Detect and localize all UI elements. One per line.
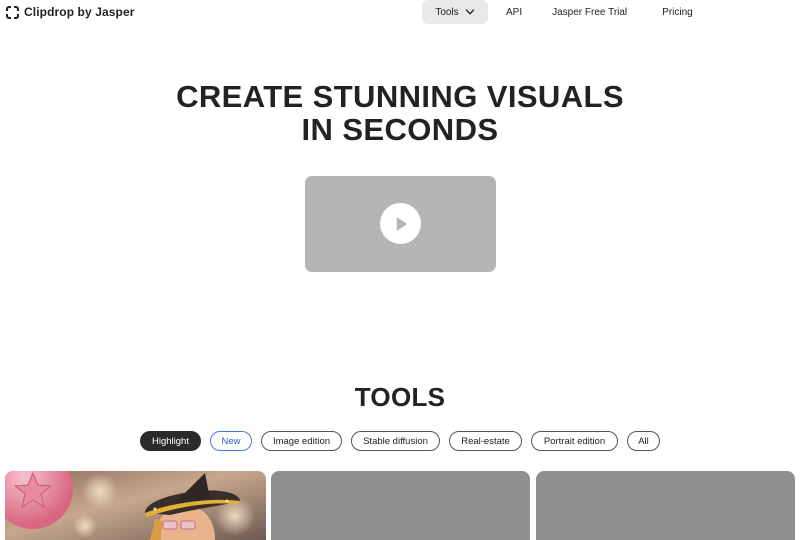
nav-free-trial-link[interactable]: Jasper Free Trial	[552, 0, 627, 24]
play-button[interactable]	[380, 203, 421, 244]
brand-logo[interactable]: Clipdrop by Jasper	[6, 4, 135, 20]
nav-tools-dropdown[interactable]: Tools	[422, 0, 488, 24]
tool-cards-grid	[5, 471, 795, 540]
tools-section-title: TOOLS	[354, 382, 446, 412]
filter-chip-stable-diffusion[interactable]: Stable diffusion	[351, 431, 440, 451]
nav-pricing-link[interactable]: Pricing	[662, 0, 693, 24]
brand-name: Clipdrop by Jasper	[24, 5, 135, 19]
tool-card[interactable]	[5, 471, 266, 540]
filter-chip-real-estate[interactable]: Real-estate	[449, 431, 522, 451]
filter-chip-highlight[interactable]: Highlight	[140, 431, 201, 451]
nav-tools-label: Tools	[435, 6, 459, 18]
play-icon	[396, 217, 407, 230]
filter-chip-new[interactable]: New	[210, 431, 252, 451]
nav-api-link[interactable]: API	[506, 0, 522, 24]
top-navbar: Clipdrop by Jasper Tools API Jasper Free…	[0, 0, 800, 24]
filter-chip-image-edition[interactable]: Image edition	[261, 431, 342, 451]
filter-chip-all[interactable]: All	[627, 431, 660, 451]
tool-filter-bar: Highlight New Image edition Stable diffu…	[140, 431, 660, 451]
filter-chip-portrait-edition[interactable]: Portrait edition	[531, 431, 618, 451]
chevron-down-icon	[465, 9, 474, 15]
tool-card-image	[5, 471, 266, 540]
hero-title-line-1: CREATE STUNNING VISUALS	[176, 79, 624, 114]
tool-card[interactable]	[536, 471, 795, 540]
clipdrop-logo-icon	[6, 5, 19, 19]
hero-title: CREATE STUNNING VISUALS IN SECONDS	[0, 80, 800, 146]
main-nav: Tools API Jasper Free Trial Pricing	[422, 0, 693, 24]
hero-video-player[interactable]	[305, 176, 496, 272]
hero-title-line-2: IN SECONDS	[301, 112, 499, 147]
tool-card[interactable]	[271, 471, 530, 540]
